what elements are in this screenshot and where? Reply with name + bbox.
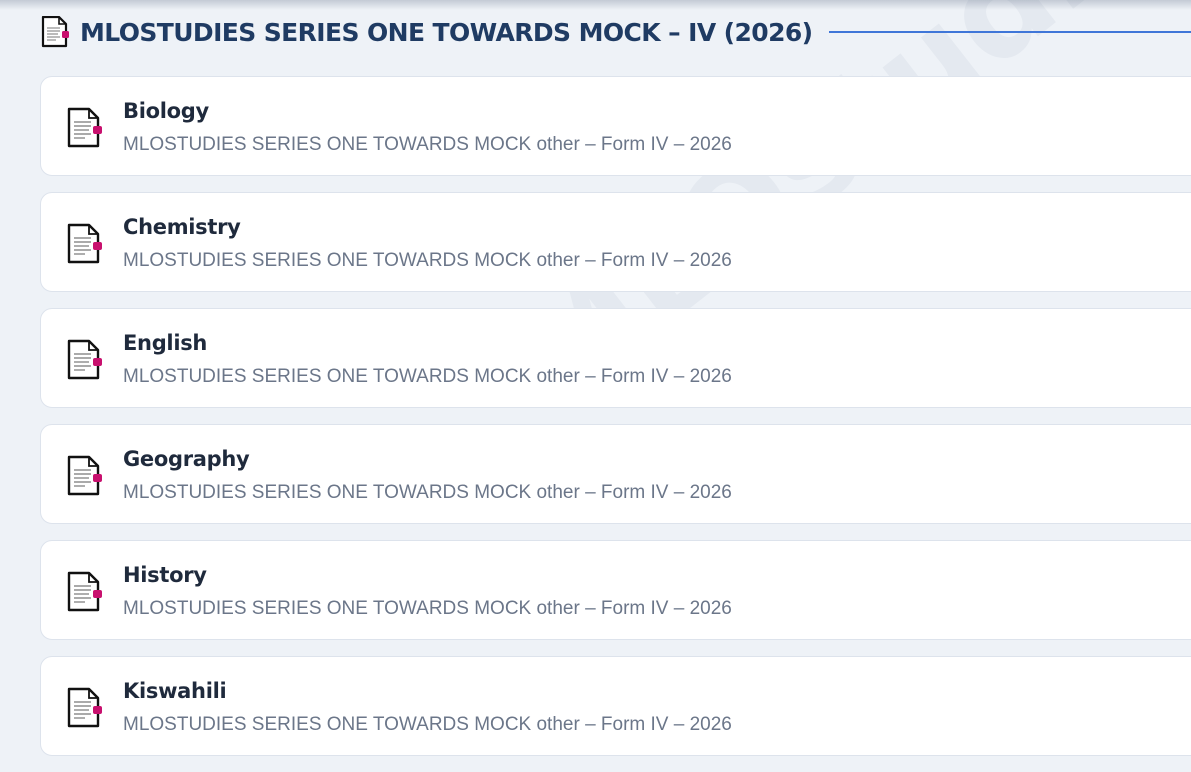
subject-subtitle: MLOSTUDIES SERIES ONE TOWARDS MOCK other…	[123, 598, 732, 619]
document-icon	[67, 687, 102, 728]
list-item-chemistry[interactable]: Chemistry MLOSTUDIES SERIES ONE TOWARDS …	[40, 192, 1191, 292]
subject-subtitle: MLOSTUDIES SERIES ONE TOWARDS MOCK other…	[123, 366, 732, 387]
document-icon	[67, 107, 102, 148]
list-item-history[interactable]: History MLOSTUDIES SERIES ONE TOWARDS MO…	[40, 540, 1191, 640]
page-title: MLOSTUDIES SERIES ONE TOWARDS MOCK – IV …	[80, 17, 813, 47]
subject-subtitle: MLOSTUDIES SERIES ONE TOWARDS MOCK other…	[123, 714, 732, 735]
document-icon	[67, 223, 102, 264]
section-header: MLOSTUDIES SERIES ONE TOWARDS MOCK – IV …	[40, 14, 1191, 50]
subject-title: Geography	[123, 447, 250, 471]
top-shadow	[0, 0, 1191, 10]
subject-subtitle: MLOSTUDIES SERIES ONE TOWARDS MOCK other…	[123, 134, 732, 155]
header-divider	[828, 31, 1191, 33]
document-icon	[41, 16, 69, 48]
subject-subtitle: MLOSTUDIES SERIES ONE TOWARDS MOCK other…	[123, 250, 732, 271]
subject-title: English	[123, 331, 208, 355]
document-icon	[67, 339, 102, 380]
subject-subtitle: MLOSTUDIES SERIES ONE TOWARDS MOCK other…	[123, 482, 732, 503]
subject-title: Kiswahili	[123, 679, 227, 703]
subject-title: History	[123, 563, 207, 587]
list-item-english[interactable]: English MLOSTUDIES SERIES ONE TOWARDS MO…	[40, 308, 1191, 408]
document-icon	[67, 455, 102, 496]
document-icon	[67, 571, 102, 612]
subject-list: Biology MLOSTUDIES SERIES ONE TOWARDS MO…	[40, 76, 1191, 772]
list-item-geography[interactable]: Geography MLOSTUDIES SERIES ONE TOWARDS …	[40, 424, 1191, 524]
subject-title: Biology	[123, 99, 209, 123]
subject-title: Chemistry	[123, 215, 241, 239]
list-item-kiswahili[interactable]: Kiswahili MLOSTUDIES SERIES ONE TOWARDS …	[40, 656, 1191, 756]
list-item-biology[interactable]: Biology MLOSTUDIES SERIES ONE TOWARDS MO…	[40, 76, 1191, 176]
